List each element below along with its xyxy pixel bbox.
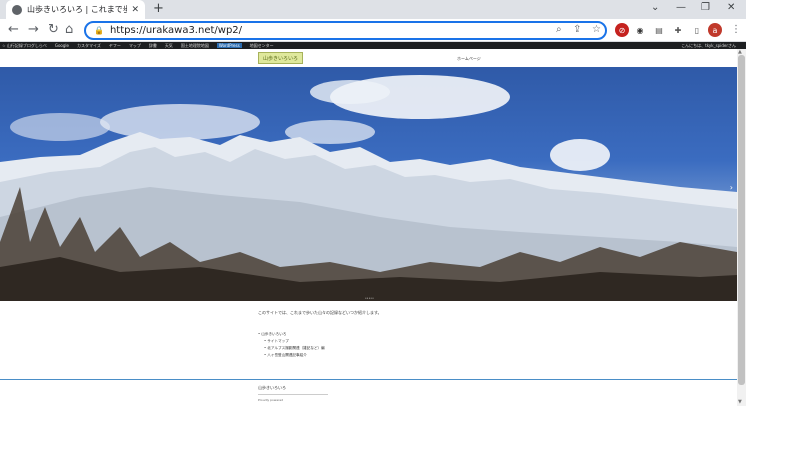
bookmarks-bar: ☆ 山行記録ブログしらべ Google カスタマイズ ヤフー マップ 辞書 天気… bbox=[0, 42, 746, 49]
list-item[interactable]: サイトマップ bbox=[258, 339, 478, 344]
web-page: 山歩きいろいろ ホームページ ••••• › このサイトでは、これまで歩いた山々… bbox=[0, 49, 737, 463]
scroll-down-icon[interactable]: ▼ bbox=[738, 399, 742, 405]
home-icon[interactable]: ⌂ bbox=[65, 22, 73, 38]
tab-title: 山歩きいろいろ | これまで歩いた山々 bbox=[27, 5, 128, 14]
tab-strip: 山歩きいろいろ | これまで歩いた山々 ✕ + ⌄ — ❐ ✕ bbox=[0, 0, 746, 19]
extension-block-icon[interactable]: ⊘ bbox=[615, 23, 629, 37]
side-panel-icon[interactable]: ▯ bbox=[690, 23, 704, 37]
globe-icon bbox=[12, 4, 22, 15]
site-logo[interactable]: 山歩きいろいろ bbox=[258, 52, 304, 64]
reload-icon[interactable]: ↻ bbox=[48, 22, 59, 38]
profile-avatar[interactable]: a bbox=[708, 23, 722, 37]
close-window-icon[interactable]: ✕ bbox=[727, 2, 735, 13]
page-content: このサイトでは、これまで歩いた山々の記録などいつか紹介します。 山歩きいろいろ … bbox=[258, 310, 478, 360]
forward-icon[interactable]: → bbox=[28, 22, 39, 38]
back-icon[interactable]: ← bbox=[8, 22, 19, 38]
admin-greeting[interactable]: こんにちは、tkyk_spiderさん bbox=[681, 43, 736, 49]
restore-icon[interactable]: ❐ bbox=[701, 2, 710, 13]
intro-text: このサイトでは、これまで歩いた山々の記録などいつか紹介します。 bbox=[258, 310, 382, 315]
mountain-photo bbox=[0, 75, 737, 301]
menu-kebab-icon[interactable]: ⋮ bbox=[731, 24, 741, 35]
bookmark-item[interactable]: ヤフー bbox=[109, 43, 121, 49]
page-scrollbar[interactable]: ▲ ▼ bbox=[737, 49, 746, 406]
site-header: 山歩きいろいろ ホームページ bbox=[0, 49, 737, 67]
bookmark-item[interactable]: マップ bbox=[129, 43, 141, 49]
extension-audio-icon[interactable]: ◉ bbox=[633, 23, 647, 37]
bookmark-item[interactable]: 国土地理院地図 bbox=[181, 43, 209, 49]
extension-caption-icon[interactable]: ▤ bbox=[652, 23, 666, 37]
lock-icon[interactable]: 🔒 bbox=[94, 26, 104, 35]
list-item[interactable]: 山歩きいろいろ bbox=[258, 332, 478, 337]
bookmark-item[interactable]: 地図センター bbox=[250, 43, 274, 49]
footer-credit-link[interactable]: Proudly powered bbox=[258, 398, 283, 402]
footer-divider bbox=[0, 379, 737, 380]
share-icon[interactable]: ⇪ bbox=[573, 24, 581, 35]
bookmark-item[interactable]: ☆ 山行記録ブログしらべ bbox=[2, 43, 47, 49]
footer-site-title[interactable]: 山歩きいろいろ bbox=[258, 385, 286, 391]
hero-image: ••••• › bbox=[0, 67, 737, 301]
extensions-puzzle-icon[interactable]: ✚ bbox=[671, 23, 685, 37]
tab-search-icon[interactable]: ⌄ bbox=[651, 2, 659, 13]
list-item[interactable]: 北アルプス撮影関連（雑記など）編 bbox=[258, 346, 478, 351]
new-tab-icon[interactable]: + bbox=[153, 2, 164, 16]
url-text[interactable]: https://urakawa3.net/wp2/ bbox=[110, 25, 242, 36]
browser-toolbar: ← → ↻ ⌂ 🔒 https://urakawa3.net/wp2/ ⌕ ⇪ … bbox=[0, 19, 746, 42]
close-tab-icon[interactable]: ✕ bbox=[131, 5, 139, 15]
footer-separator bbox=[258, 394, 328, 395]
slide-indicator[interactable]: ••••• bbox=[365, 296, 374, 300]
nav-home-link[interactable]: ホームページ bbox=[457, 56, 481, 62]
address-bar[interactable]: 🔒 https://urakawa3.net/wp2/ bbox=[84, 21, 607, 40]
bookmark-item[interactable]: カスタマイズ bbox=[77, 43, 101, 49]
bookmark-item[interactable]: 天気 bbox=[165, 43, 173, 49]
bookmark-item[interactable]: 辞書 bbox=[149, 43, 157, 49]
chevron-right-icon[interactable]: › bbox=[730, 183, 733, 192]
browser-tab[interactable]: 山歩きいろいろ | これまで歩いた山々 ✕ bbox=[6, 0, 145, 19]
bookmark-star-icon[interactable]: ☆ bbox=[592, 24, 601, 35]
scrollbar-thumb[interactable] bbox=[738, 55, 745, 385]
zoom-icon[interactable]: ⌕ bbox=[556, 24, 562, 35]
minimize-icon[interactable]: — bbox=[676, 2, 686, 13]
bookmark-item[interactable]: WordPress bbox=[216, 43, 242, 48]
bookmark-item[interactable]: Google bbox=[55, 43, 69, 48]
list-item[interactable]: 八ヶ岳登山関連記事紹介 bbox=[258, 353, 478, 358]
page-list: 山歩きいろいろ サイトマップ 北アルプス撮影関連（雑記など）編 八ヶ岳登山関連記… bbox=[258, 332, 478, 358]
